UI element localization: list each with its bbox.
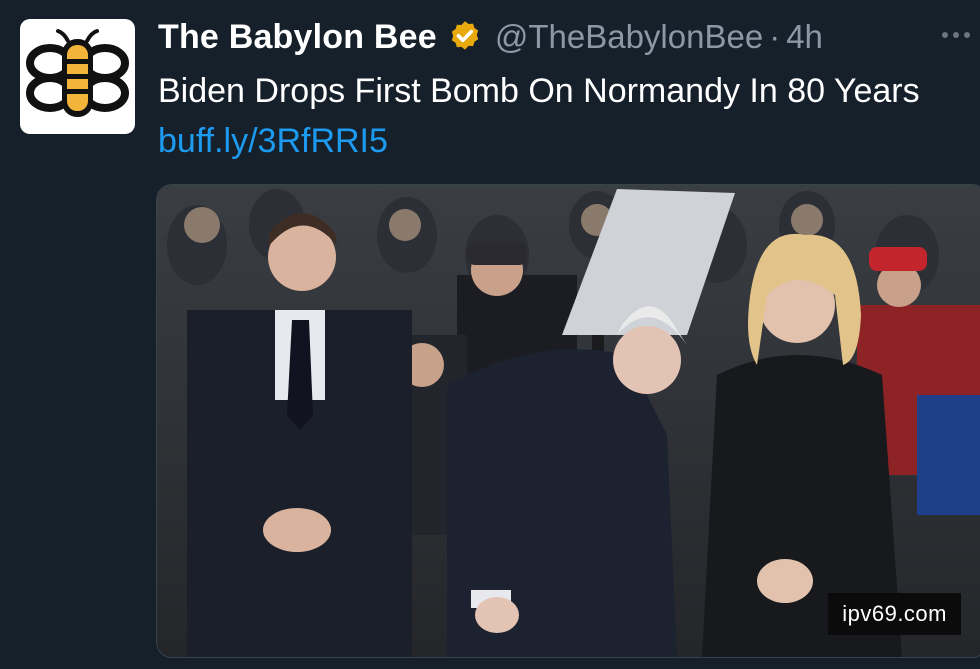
tweet-header: The Babylon Bee @TheBabylonBee · 4h [158,14,823,60]
display-name[interactable]: The Babylon Bee [158,18,437,57]
verified-badge-icon [451,21,479,50]
avatar[interactable] [20,19,135,134]
separator-dot: · [769,18,781,55]
ceremony-photo [157,185,980,657]
tweet-text: Biden Drops First Bomb On Normandy In 80… [158,66,948,166]
watermark: ipv69.com [828,593,961,635]
timestamp[interactable]: 4h [786,18,823,56]
babylon-bee-logo [26,29,129,117]
tweet-photo[interactable]: ipv69.com [156,184,980,658]
more-options-icon[interactable] [932,20,980,50]
tweet-body: Biden Drops First Bomb On Normandy In 80… [158,72,920,110]
handle[interactable]: @TheBabylonBee [495,18,763,56]
tweet-link[interactable]: buff.ly/3RfRRI5 [158,122,388,160]
tweet[interactable]: The Babylon Bee @TheBabylonBee · 4h Bide… [0,0,980,669]
